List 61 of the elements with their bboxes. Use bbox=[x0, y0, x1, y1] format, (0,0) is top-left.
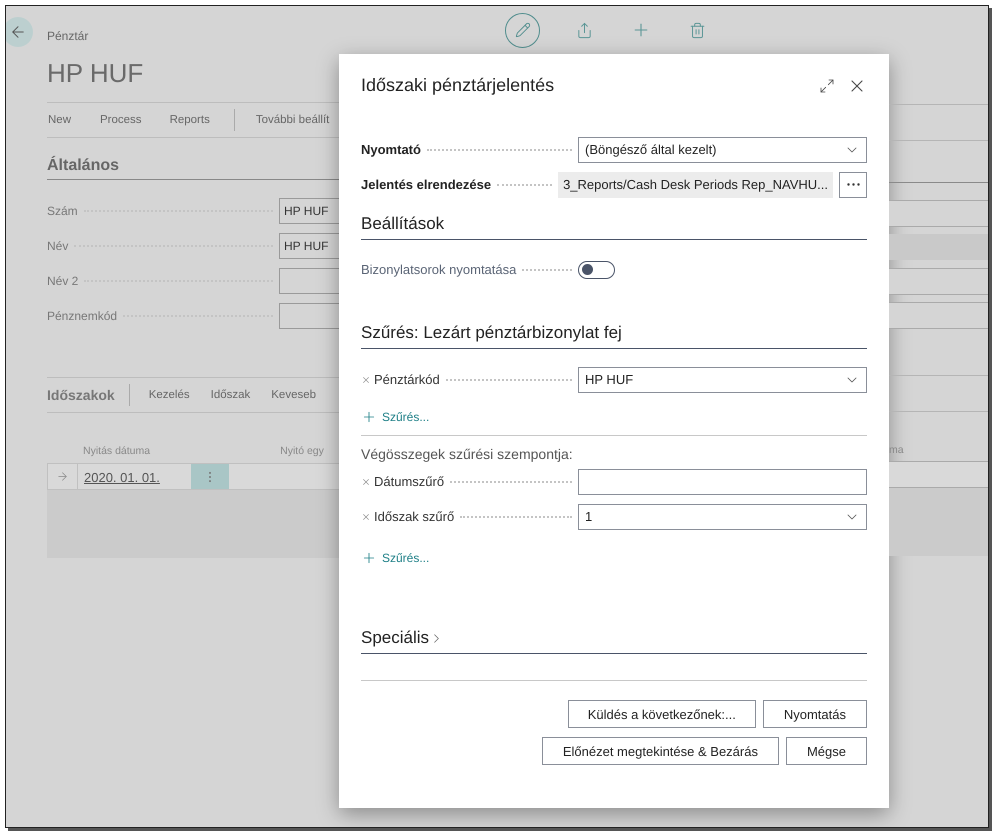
page-title: HP HUF bbox=[47, 58, 144, 90]
field-label: Név 2 bbox=[47, 274, 78, 288]
input-field[interactable] bbox=[578, 468, 867, 494]
breadcrumb: Pénztár bbox=[47, 29, 90, 43]
share-button[interactable] bbox=[576, 22, 593, 38]
section-heading: Beállítások bbox=[361, 202, 867, 240]
more-button[interactable] bbox=[839, 172, 867, 198]
field-label: Jelentés elrendezése bbox=[361, 177, 492, 192]
trash-icon bbox=[689, 22, 706, 38]
layout-field[interactable]: 3_Reports/Cash Desk Periods Rep_NAVHU... bbox=[558, 172, 833, 198]
close-icon[interactable] bbox=[361, 374, 371, 384]
field-label: Név bbox=[47, 238, 68, 252]
section-heading: Időszakok bbox=[47, 387, 115, 403]
dialog-title: Időszaki pénztárjelentés bbox=[361, 75, 556, 96]
column-header: ma bbox=[889, 444, 905, 456]
close-icon[interactable] bbox=[361, 476, 371, 486]
field-label: Dátumszűrő bbox=[374, 474, 444, 489]
expand-button[interactable] bbox=[819, 78, 835, 94]
section-heading: Szűrés: Lezárt pénztárbizonylat fej bbox=[361, 287, 867, 349]
dropdown-field[interactable]: HP HUF bbox=[578, 366, 867, 392]
add-filter-button[interactable]: Szűrés... bbox=[361, 540, 430, 576]
action-menu-item[interactable]: Kezelés bbox=[148, 389, 190, 401]
field-label: Bizonylatsorok nyomtatása bbox=[361, 262, 516, 277]
section-heading[interactable]: Speciális bbox=[361, 628, 430, 648]
input-field[interactable] bbox=[889, 302, 988, 329]
field-label: Pénztárkód bbox=[374, 372, 440, 387]
input-field[interactable] bbox=[889, 234, 988, 260]
column-header: Nyitó egy bbox=[280, 445, 324, 457]
action-menu-item[interactable]: New bbox=[47, 114, 72, 126]
pencil-icon bbox=[514, 22, 530, 38]
delete-button[interactable] bbox=[689, 22, 706, 38]
share-icon bbox=[576, 22, 593, 38]
action-menu-item[interactable]: Reports bbox=[168, 114, 210, 126]
dialog-button[interactable]: Mégse bbox=[786, 737, 867, 765]
field-label: Pénznemkód bbox=[47, 308, 118, 322]
dialog-button[interactable]: Nyomtatás bbox=[762, 700, 867, 728]
dialog-button[interactable]: Előnézet megtekintése & Bezárás bbox=[542, 737, 779, 765]
action-menu-item[interactable]: Keveseb bbox=[270, 389, 316, 401]
expand-icon bbox=[819, 78, 835, 94]
group-heading: Végösszegek szűrési szempontja: bbox=[361, 446, 574, 462]
field-label: Időszak szűrő bbox=[374, 509, 454, 524]
dropdown-field[interactable]: (Böngésző által kezelt) bbox=[578, 136, 867, 162]
add-filter-button[interactable]: Szűrés... bbox=[361, 399, 430, 435]
field-label: Szám bbox=[47, 204, 78, 218]
action-menu-item[interactable]: Időszak bbox=[210, 389, 250, 401]
toggle-switch[interactable] bbox=[578, 260, 615, 278]
arrow-right-icon bbox=[56, 470, 69, 483]
plus-icon bbox=[361, 550, 377, 566]
dialog-button[interactable]: Küldés a következőnek:... bbox=[568, 700, 756, 728]
back-button[interactable] bbox=[6, 17, 33, 47]
column-header: Nyitás dátuma bbox=[83, 445, 150, 457]
plus-icon bbox=[361, 409, 377, 425]
field-label: Nyomtató bbox=[361, 142, 421, 157]
action-menu-item[interactable]: Process bbox=[99, 114, 142, 126]
action-menu-item[interactable]: További beállít bbox=[254, 114, 330, 126]
dropdown-field[interactable]: 1 bbox=[578, 504, 867, 530]
close-icon[interactable] bbox=[361, 512, 371, 522]
ellipsis-icon bbox=[846, 183, 860, 186]
edit-button[interactable] bbox=[505, 12, 540, 48]
input-field[interactable] bbox=[889, 200, 988, 227]
input-field[interactable] bbox=[889, 268, 988, 295]
